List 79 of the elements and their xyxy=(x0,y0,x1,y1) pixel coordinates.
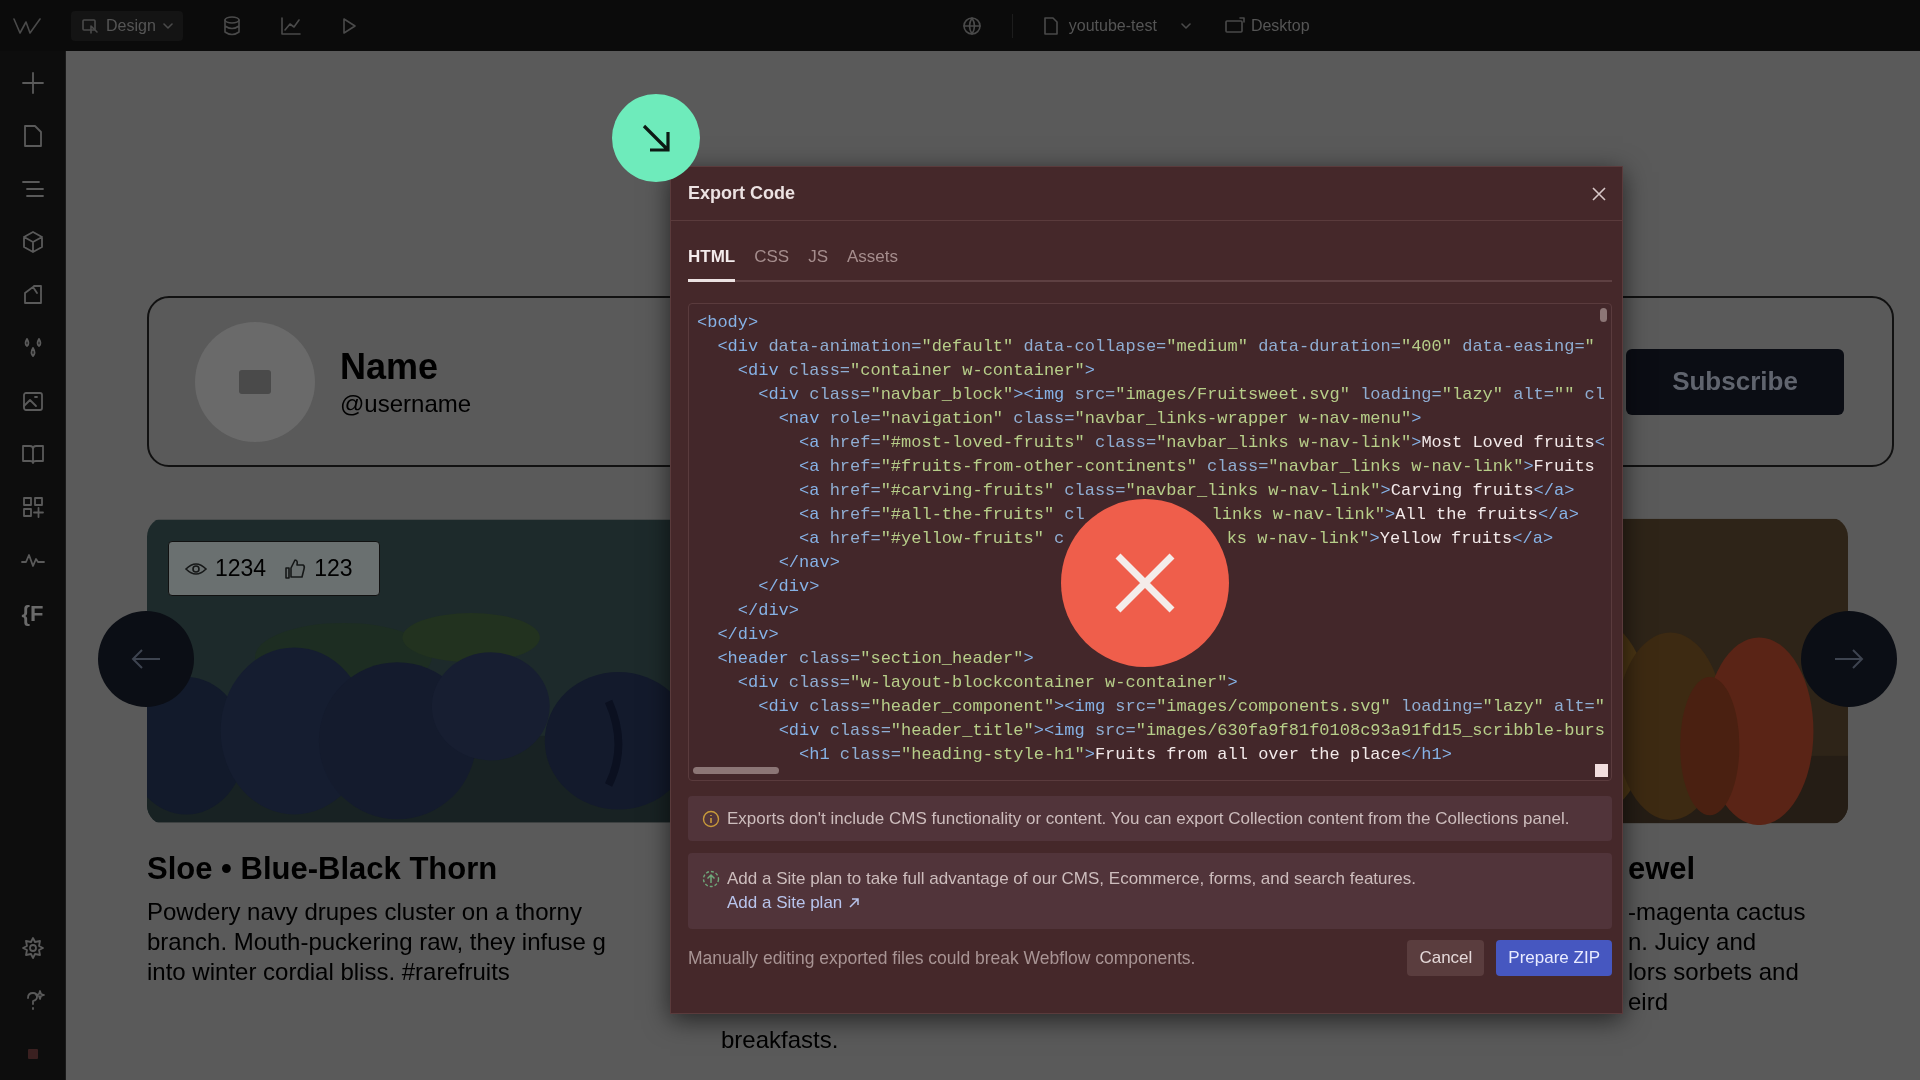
card-title: ewel xyxy=(1628,851,1697,887)
globe-icon[interactable] xyxy=(961,15,982,36)
prepare-zip-button[interactable]: Prepare ZIP xyxy=(1496,940,1612,976)
viewport-button[interactable]: Desktop xyxy=(1224,16,1310,35)
code-line: <a href="#all-the-fruits" cl xyxy=(798,504,1085,526)
arrow-down-right-icon xyxy=(612,94,700,182)
code-line: <header class="section_header"> xyxy=(716,648,1034,670)
card-description: n. Juicy and xyxy=(1628,927,1758,957)
subscribe-button[interactable]: Subscribe xyxy=(1626,348,1844,415)
database-icon[interactable] xyxy=(222,15,241,36)
gear-icon[interactable] xyxy=(20,936,45,960)
arrow-right-icon xyxy=(1834,648,1864,670)
tab[interactable]: HTML xyxy=(688,247,736,282)
code-line: <a href="#fruits-from-other-continents" class="navbar_links w-nav-link">Fruits xyxy=(798,456,1595,478)
eye-icon xyxy=(185,560,207,577)
logo-icon xyxy=(13,16,41,35)
code-line: <body> xyxy=(697,312,759,334)
card-description: eird xyxy=(1628,987,1670,1017)
grid-plus-icon[interactable] xyxy=(20,495,45,519)
code-line: <div class="header_title"><img src="images/630fa9f81f0108c93a91fd15_scribble-burs xyxy=(777,720,1605,742)
card-description: branch. Mouth-puckering raw, they infuse g xyxy=(147,927,607,957)
card-description: -magenta cactus xyxy=(1628,897,1807,927)
image-icon[interactable] xyxy=(20,389,45,413)
code-line: <div class="container w-container"> xyxy=(736,360,1095,382)
code-line: <h1 class="heading-style-h1">Fruits from all over the place</h1> xyxy=(798,744,1452,766)
chevron-down-icon xyxy=(1180,21,1191,30)
upgrade-icon xyxy=(702,870,720,888)
plus-icon[interactable] xyxy=(20,71,45,95)
code-line: <div class="navbar_block"><img src="images/Fruitsweet.svg" loading="lazy" alt="" cl xyxy=(757,384,1606,406)
code-line: <div class="w-layout-blockcontainer w-container"> xyxy=(736,672,1238,694)
play-icon[interactable] xyxy=(340,16,357,35)
book-icon[interactable] xyxy=(20,442,45,466)
chevron-down-icon xyxy=(162,21,173,30)
card-title: Sloe • Blue-Black Thorn xyxy=(147,851,499,887)
close-icon xyxy=(1592,186,1606,201)
like-count: 123 xyxy=(314,555,353,582)
site-plan-link[interactable]: Add a Site plan xyxy=(727,891,861,915)
view-count: 1234 xyxy=(215,555,267,582)
scroll-corner xyxy=(1595,764,1608,777)
avatar-icon xyxy=(195,321,315,442)
cancel-button[interactable]: Cancel xyxy=(1407,940,1485,976)
warning-text: Manually editing exported files could break Webflow components. xyxy=(688,947,1197,969)
code-line: <a href="#carving-fruits" class="navbar_links w-nav-link">Carving fruits</a> xyxy=(798,480,1575,502)
tab[interactable]: Assets xyxy=(847,247,899,282)
code-line: </div> xyxy=(757,576,820,598)
code-line: </div> xyxy=(736,600,800,622)
cube-icon[interactable] xyxy=(20,230,45,254)
tab[interactable]: JS xyxy=(808,247,829,282)
arrow-left-icon xyxy=(131,648,161,670)
profile-name: Name xyxy=(340,345,440,388)
variables-button[interactable]: {F xyxy=(21,601,44,627)
card-description: breakfasts. xyxy=(721,1025,840,1055)
tab[interactable]: CSS xyxy=(754,247,790,282)
code-line: ks w-nav-link">Yellow fruits</a> xyxy=(1226,528,1554,550)
file-icon xyxy=(1042,15,1059,36)
project-selector[interactable]: youtube-test xyxy=(1042,15,1191,36)
card-description: lors sorbets and xyxy=(1628,957,1800,987)
thumbs-up-icon xyxy=(284,557,307,580)
code-line: </div> xyxy=(716,624,779,646)
external-link-icon xyxy=(848,897,861,909)
scrollbar-thumb[interactable] xyxy=(1600,308,1607,322)
code-line: <a href="#yellow-fruits" c xyxy=(798,528,1065,550)
notice-text: Exports don't include CMS functionality or content. You can export Collection content from the Collections panel. xyxy=(727,808,1570,830)
code-line: <div data-animation="default" data-collapse="medium" data-duration="400" data-easing=" xyxy=(716,336,1595,358)
code-line: <div class="header_component"><img src="images/components.svg" loading="lazy" alt=" xyxy=(757,696,1606,718)
dialog-title: Export Code xyxy=(688,183,795,204)
notice-text: Add a Site plan to take full advantage of our CMS, Ecommerce, forms, and search features. xyxy=(727,868,1416,890)
code-line: <nav role="navigation" class="navbar_links-wrapper w-nav-menu"> xyxy=(777,408,1422,430)
code-line: links w-nav-link">All the fruits</a> xyxy=(1211,504,1579,526)
card-description: Powdery navy drupes cluster on a thorny xyxy=(147,897,583,927)
scrollbar-thumb[interactable] xyxy=(693,767,779,774)
code-line: </nav> xyxy=(777,552,840,574)
chart-icon[interactable] xyxy=(280,16,301,35)
cursor-icon xyxy=(81,16,99,35)
monitor-icon xyxy=(1224,16,1245,35)
profile-username: @username xyxy=(340,389,472,418)
code-line: <a href="#most-loved-fruits" class="navbar_links w-nav-link">Most Loved fruits< xyxy=(798,432,1605,454)
design-button[interactable]: Design xyxy=(71,10,183,41)
info-icon xyxy=(702,810,720,828)
